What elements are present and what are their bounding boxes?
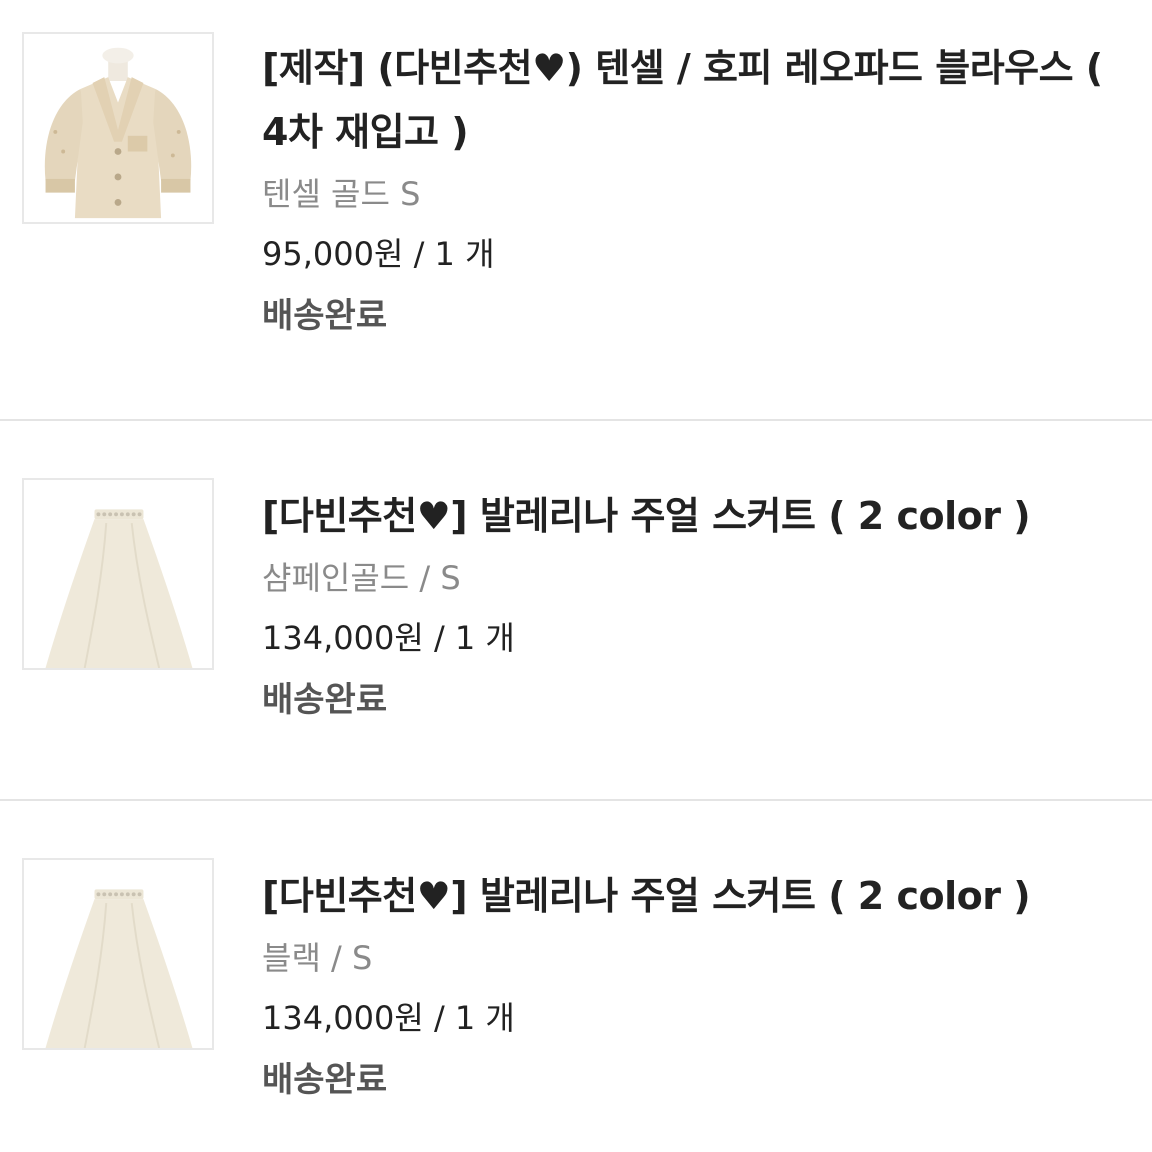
product-option: 샴페인골드 / S <box>262 559 461 597</box>
product-option: 블랙 / S <box>262 939 373 977</box>
product-title[interactable]: [제작] (다빈추천♥) 텐셀 / 호피 레오파드 블라우스 ( 4차 재입고 … <box>262 36 1128 164</box>
order-item[interactable]: [다빈추천♥] 발레리나 주얼 스커트 ( 2 color ) 샴페인골드 / … <box>0 422 1152 800</box>
order-info: [다빈추천♥] 발레리나 주얼 스커트 ( 2 color ) 블랙 / S 1… <box>262 864 1128 1112</box>
order-item[interactable]: [제작] (다빈추천♥) 텐셀 / 호피 레오파드 블라우스 ( 4차 재입고 … <box>0 0 1152 420</box>
divider <box>0 419 1152 421</box>
skirt-image-icon <box>24 860 212 1048</box>
delivery-status: 배송완료 <box>262 680 388 720</box>
order-list: [제작] (다빈추천♥) 텐셀 / 호피 레오파드 블라우스 ( 4차 재입고 … <box>0 0 1152 1152</box>
delivery-status: 배송완료 <box>262 1060 388 1100</box>
product-option: 텐셀 골드 S <box>262 175 421 213</box>
skirt-image-icon <box>24 480 212 668</box>
order-info: [제작] (다빈추천♥) 텐셀 / 호피 레오파드 블라우스 ( 4차 재입고 … <box>262 36 1128 348</box>
skirt-product-image[interactable] <box>22 478 214 670</box>
blouse-product-image[interactable] <box>22 32 214 224</box>
product-price: 134,000원 / 1 개 <box>262 619 515 657</box>
product-title[interactable]: [다빈추천♥] 발레리나 주얼 스커트 ( 2 color ) <box>262 484 1128 548</box>
product-price: 134,000원 / 1 개 <box>262 999 515 1037</box>
product-price: 95,000원 / 1 개 <box>262 235 495 273</box>
skirt-product-image[interactable] <box>22 858 214 1050</box>
order-item[interactable]: [다빈추천♥] 발레리나 주얼 스커트 ( 2 color ) 블랙 / S 1… <box>0 802 1152 1152</box>
order-info: [다빈추천♥] 발레리나 주얼 스커트 ( 2 color ) 샴페인골드 / … <box>262 484 1128 732</box>
product-title[interactable]: [다빈추천♥] 발레리나 주얼 스커트 ( 2 color ) <box>262 864 1128 928</box>
blouse-image-icon <box>24 34 212 222</box>
delivery-status: 배송완료 <box>262 296 388 336</box>
divider <box>0 799 1152 801</box>
